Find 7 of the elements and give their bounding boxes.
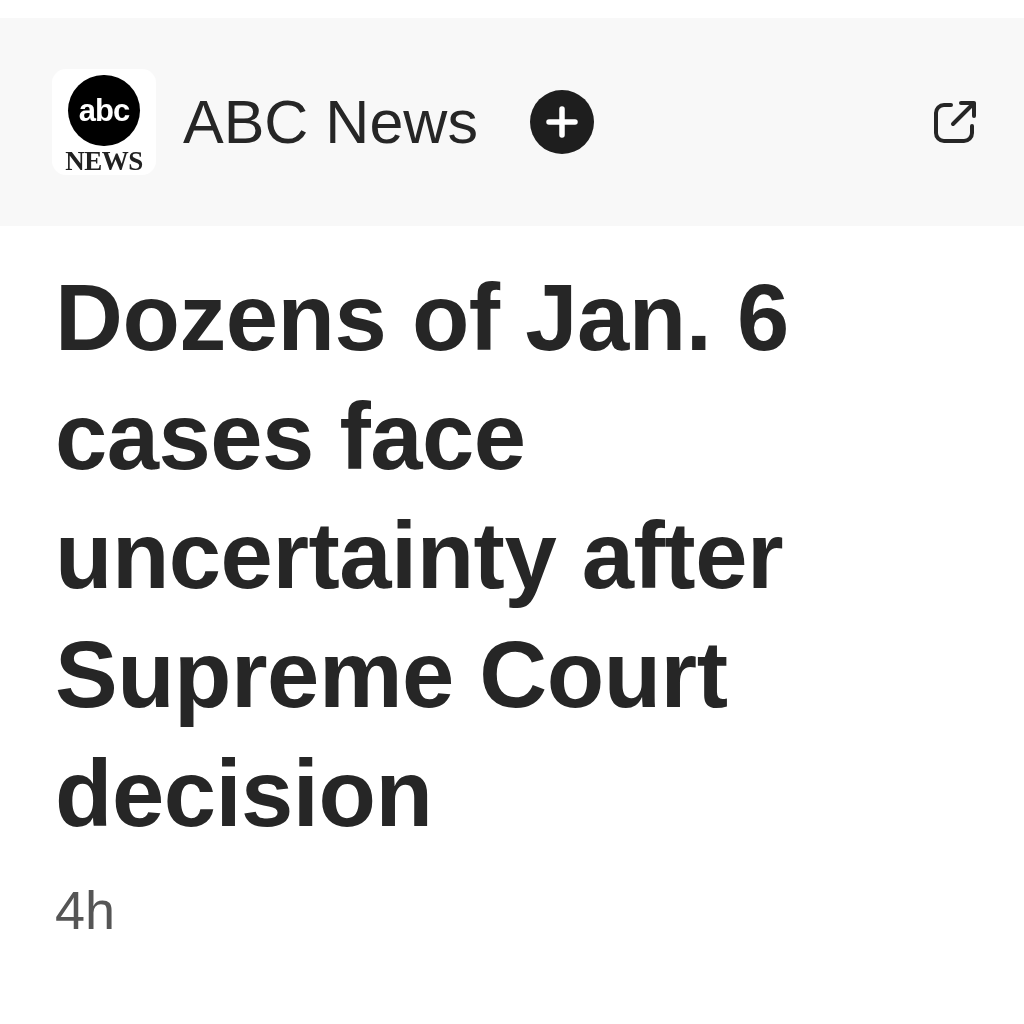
logo-wordmark: NEWS (65, 148, 143, 175)
plus-icon[interactable] (529, 90, 594, 154)
external-link-icon[interactable] (933, 100, 977, 144)
logo-mark: abc (68, 75, 140, 146)
article-headline[interactable]: Dozens of Jan. 6 cases face uncertainty after Supreme Court decision (55, 258, 969, 853)
source-name[interactable]: ABC News (183, 91, 478, 153)
article-age: 4h (55, 883, 117, 937)
